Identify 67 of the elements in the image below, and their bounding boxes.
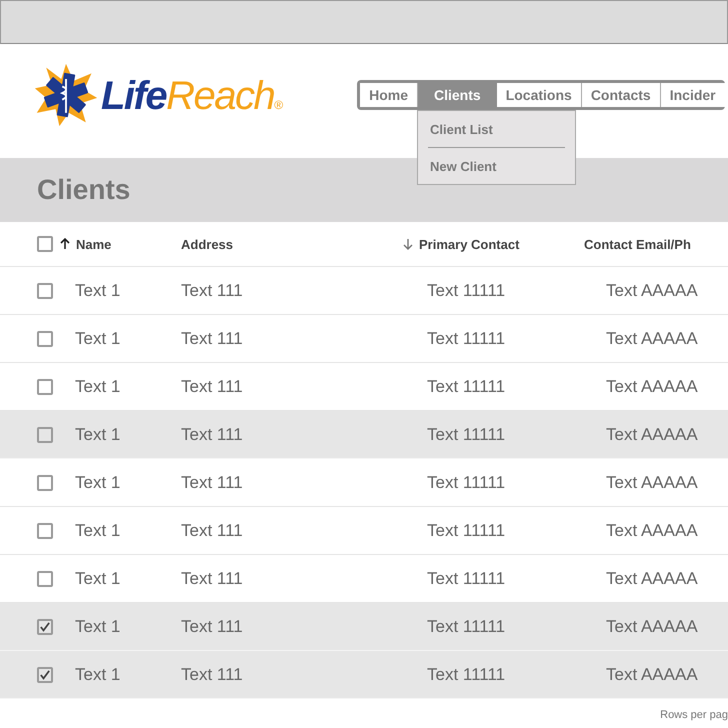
sort-up-icon[interactable]	[60, 238, 70, 250]
row-checkbox[interactable]	[37, 282, 53, 298]
row-checkbox[interactable]	[37, 426, 53, 442]
table-row[interactable]: Text 1 Text 111 Text 11111 Text AAAAA	[0, 459, 728, 507]
column-header[interactable]: Name	[76, 236, 112, 252]
column-header[interactable]: Address	[181, 236, 234, 252]
table-cell: Text 111	[181, 616, 243, 636]
table-cell: Text 11111	[427, 328, 506, 348]
table-cell: Text 11111	[427, 664, 506, 684]
table-cell: Text 1	[75, 616, 120, 636]
table-cell: Text AAAAA	[606, 424, 698, 444]
table-cell: Text 11111	[427, 472, 506, 492]
table-cell: Text 11111	[427, 616, 506, 636]
table-cell: Text 1	[75, 664, 120, 684]
table-cell: Text AAAAA	[606, 616, 698, 636]
table-cell: Text 11111	[427, 424, 506, 444]
table-cell: Text 111	[181, 520, 243, 540]
table-cell: Text AAAAA	[606, 520, 698, 540]
table-cell: Text AAAAA	[606, 280, 698, 300]
table-cell: Text AAAAA	[606, 664, 698, 684]
table-cell: Text 11111	[427, 280, 506, 300]
row-checkbox[interactable]	[37, 330, 53, 346]
table-cell: Text 1	[75, 376, 120, 396]
table-cell: Text 1	[75, 472, 120, 492]
table-cell: Text AAAAA	[606, 328, 698, 348]
table-row[interactable]: Text 1 Text 111 Text 11111 Text AAAAA	[0, 315, 728, 363]
nav-tab[interactable]: Clients	[418, 83, 497, 107]
nav-tab[interactable]: Home	[360, 83, 418, 107]
table-cell: Text 1	[75, 328, 120, 348]
highlighted-row[interactable]: Text 1 Text 111 Text 11111 Text AAAAA	[0, 411, 728, 459]
column-header[interactable]: Primary Contact	[419, 236, 520, 252]
row-checkbox[interactable]	[37, 378, 53, 394]
table-cell: Text 1	[75, 280, 120, 300]
menu-item[interactable]: New Client	[428, 148, 565, 184]
table-cell: Text 11111	[427, 520, 506, 540]
select-all-checkbox[interactable]	[37, 236, 53, 252]
table-row[interactable]: Text 1 Text 111 Text 11111 Text AAAAA	[0, 507, 728, 555]
star-of-life-icon	[33, 62, 99, 128]
table-cell: Text 1	[75, 520, 120, 540]
table-cell: Text 111	[181, 328, 243, 348]
menu-item[interactable]: Client List	[428, 111, 565, 147]
table-cell: Text 11111	[427, 568, 506, 588]
table-cell: Text 1	[75, 568, 120, 588]
logo-wordmark: LifeReach®	[101, 74, 284, 118]
table-row[interactable]: Text 1 Text 111 Text 11111 Text AAAAA	[0, 267, 728, 315]
table-cell: Text 111	[181, 376, 243, 396]
rows-per-page-label: Rows per pag	[660, 709, 728, 721]
table-cell: Text 11111	[427, 376, 506, 396]
table-cell: Text 111	[181, 424, 243, 444]
table-cell: Text AAAAA	[606, 568, 698, 588]
highlighted-row[interactable]: Text 1 Text 111 Text 11111 Text AAAAA	[0, 651, 728, 699]
table-cell: Text 111	[181, 568, 243, 588]
highlighted-row[interactable]: Text 1 Text 111 Text 11111 Text AAAAA	[0, 603, 728, 651]
page-title: Clients	[37, 174, 130, 206]
row-checkbox[interactable]	[37, 474, 53, 490]
table-cell: Text 1	[75, 424, 120, 444]
column-header[interactable]: Contact Email/Ph	[584, 236, 691, 252]
table-cell: Text AAAAA	[606, 376, 698, 396]
table-cell: Text 111	[181, 280, 243, 300]
row-checkbox[interactable]	[37, 522, 53, 538]
row-checkbox[interactable]	[37, 618, 53, 634]
sort-down-icon[interactable]	[403, 238, 413, 250]
row-checkbox[interactable]	[37, 570, 53, 586]
table-cell: Text 111	[181, 472, 243, 492]
table-cell: Text 111	[181, 664, 243, 684]
row-checkbox[interactable]	[37, 666, 53, 682]
table-cell: Text AAAAA	[606, 472, 698, 492]
